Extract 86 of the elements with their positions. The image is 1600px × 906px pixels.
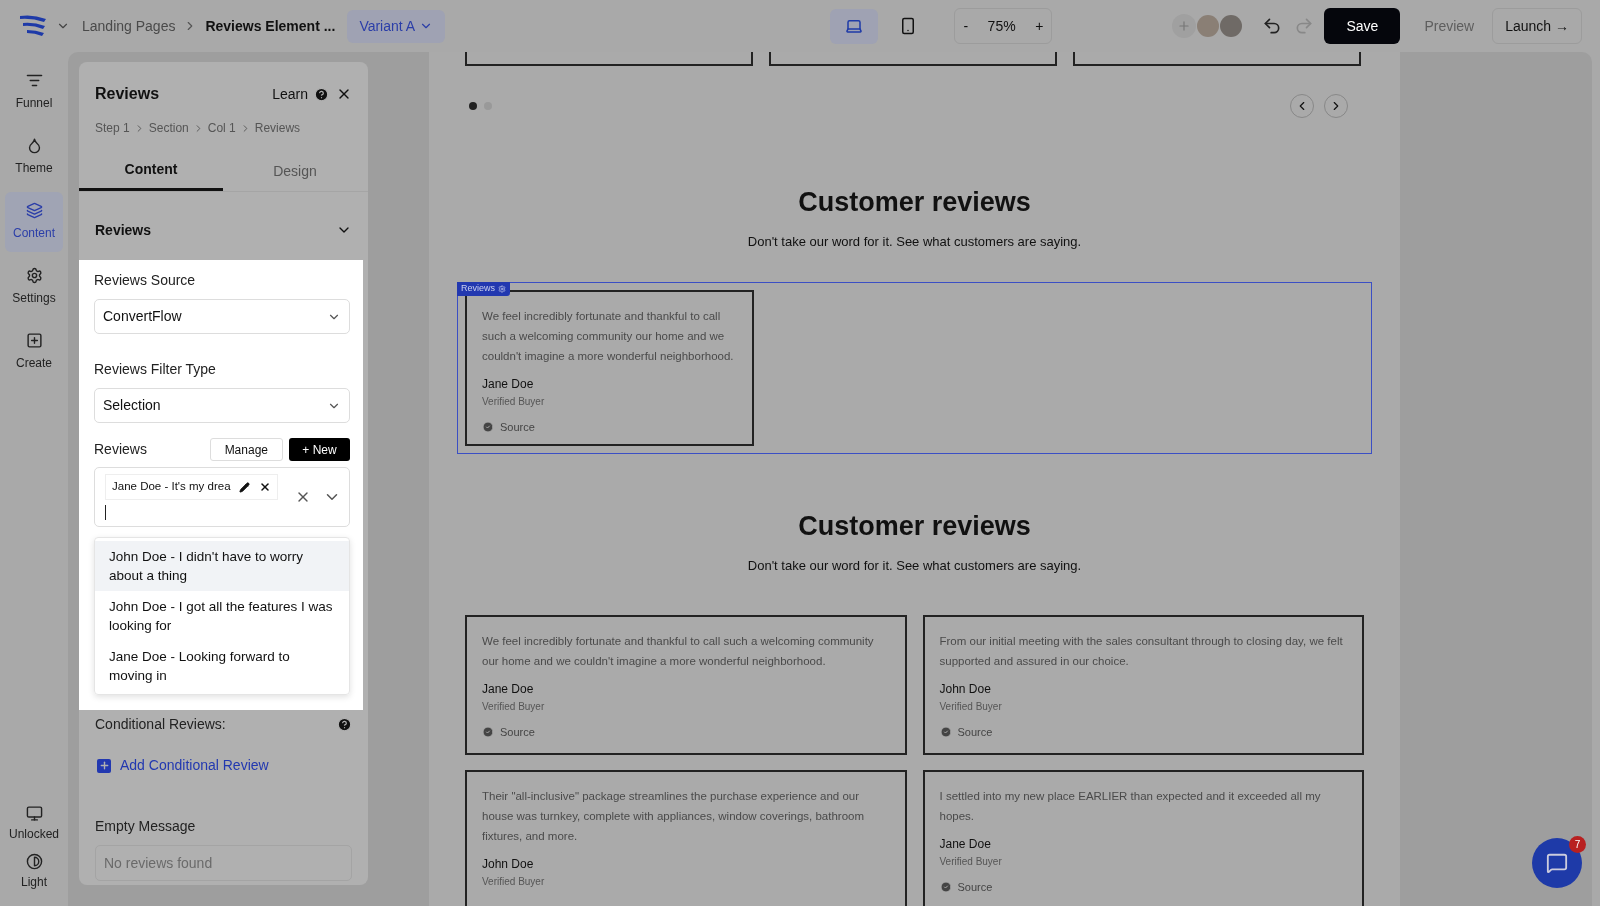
rail-item[interactable]: Create bbox=[5, 322, 63, 382]
plus-square-icon bbox=[25, 332, 43, 349]
reviewer-role: Verified Buyer bbox=[482, 874, 546, 889]
close-icon[interactable] bbox=[259, 481, 271, 493]
plus-icon bbox=[1177, 19, 1192, 33]
save-button[interactable]: Save bbox=[1324, 8, 1401, 44]
check-circle-icon bbox=[482, 421, 494, 434]
variant-dropdown[interactable]: Variant A bbox=[347, 9, 446, 43]
section-subtitle: Don't take our word for it. See what customers are saying. bbox=[746, 556, 1083, 575]
zoom-in-button[interactable]: + bbox=[1035, 15, 1044, 37]
check-circle-icon bbox=[939, 880, 952, 893]
reviewer-role: Verified Buyer bbox=[482, 700, 546, 714]
section-heading: Customer reviews bbox=[797, 186, 1032, 219]
manage-button[interactable]: Manage bbox=[209, 438, 283, 461]
reviews-multiselect[interactable]: Jane Doe - It's my drea bbox=[94, 467, 350, 527]
laptop-icon bbox=[845, 17, 864, 35]
help-icon[interactable] bbox=[314, 86, 329, 102]
dropdown-option[interactable]: Jane Doe - Looking forward to moving in bbox=[95, 641, 349, 691]
field-label: Conditional Reviews: bbox=[95, 715, 226, 734]
field-label: Reviews bbox=[94, 440, 147, 459]
zoom-value: 75% bbox=[987, 16, 1016, 36]
source-select[interactable]: ConvertFlow bbox=[94, 299, 350, 334]
add-conditional-review-link[interactable]: Add Conditional Review bbox=[79, 755, 368, 776]
field-label: Empty Message bbox=[94, 817, 197, 836]
source-label: Source bbox=[500, 420, 535, 435]
dropdown-option[interactable]: John Doe - I got all the features I was looking for bbox=[95, 591, 349, 641]
selected-chip[interactable]: Jane Doe - It's my drea bbox=[105, 474, 278, 500]
panel-tab[interactable]: Content bbox=[79, 151, 223, 191]
reviewer-role: Verified Buyer bbox=[482, 395, 546, 409]
breadcrumb-item[interactable]: Section bbox=[148, 119, 189, 137]
reviewer-role: Verified Buyer bbox=[939, 700, 1003, 714]
review-text: Their "all-inclusive" package streamlines the purchase experience and our house was turnkey, complete with appliances, window coverings, bathroom fixtures, and more. bbox=[482, 788, 866, 844]
zoom-out-button[interactable]: - bbox=[963, 15, 969, 37]
check-circle-icon bbox=[939, 726, 952, 739]
section-heading: Customer reviews bbox=[797, 510, 1032, 543]
reviewer-name: Jane Doe bbox=[482, 376, 535, 393]
filter-type-select[interactable]: Selection bbox=[94, 388, 350, 423]
breadcrumb-item[interactable]: Step 1 bbox=[95, 119, 130, 137]
edit-icon[interactable] bbox=[239, 481, 250, 493]
breadcrumb-item[interactable]: Landing Pages bbox=[82, 15, 176, 37]
section-header[interactable]: Reviews bbox=[79, 210, 368, 250]
gear-icon bbox=[498, 285, 506, 293]
dropdown-option[interactable]: John Doe - I didn't have to worry about a thing bbox=[95, 541, 349, 591]
learn-link[interactable]: Learn bbox=[272, 83, 308, 105]
desktop-view-button[interactable] bbox=[830, 8, 879, 44]
rail-item[interactable]: Light bbox=[4, 848, 64, 896]
rail-item[interactable]: Funnel bbox=[5, 62, 63, 122]
filter-icon bbox=[25, 72, 43, 89]
reviewer-name: John Doe bbox=[939, 681, 992, 698]
monitor-icon bbox=[25, 805, 43, 822]
settings-icon bbox=[25, 267, 43, 284]
rail-item[interactable]: Theme bbox=[5, 127, 63, 187]
rail-item[interactable]: Unlocked bbox=[4, 800, 64, 848]
reviewer-name: Jane Doe bbox=[939, 835, 992, 853]
breadcrumb-item: Reviews Element ... bbox=[205, 16, 336, 36]
review-text: We feel incredibly fortunate and thankful to call such a welcoming community our home and we couldn't imagine a more wonderful neighborhood. bbox=[482, 634, 875, 669]
element-tag[interactable]: Reviews bbox=[457, 282, 510, 296]
reviewer-name: John Doe bbox=[482, 855, 535, 873]
review-text: We feel incredibly fortunate and thankful to call such a welcoming community our home and we couldn't imagine a more wonderful neighborhood. bbox=[482, 309, 735, 364]
rail-item[interactable]: Settings bbox=[5, 257, 63, 317]
breadcrumb-item[interactable]: Col 1 bbox=[207, 119, 236, 137]
breadcrumb-item[interactable]: Reviews bbox=[254, 119, 301, 137]
plus-square-icon bbox=[97, 758, 111, 773]
new-button[interactable]: + New bbox=[289, 438, 350, 461]
logo-icon[interactable] bbox=[18, 13, 48, 39]
chat-icon bbox=[1546, 852, 1568, 874]
help-icon[interactable] bbox=[337, 717, 352, 732]
contrast-icon bbox=[25, 853, 43, 870]
field-label: Reviews Filter Type bbox=[94, 360, 217, 379]
rail-item[interactable]: Content bbox=[5, 192, 63, 252]
review-text: I settled into my new place EARLIER than expected and it exceeded all my hopes. bbox=[939, 788, 1322, 824]
source-label: Source bbox=[957, 725, 993, 740]
panel-title: Reviews bbox=[95, 84, 160, 104]
launch-button[interactable]: Launch → bbox=[1492, 8, 1582, 44]
reviewer-role: Verified Buyer bbox=[939, 854, 1003, 869]
source-label: Source bbox=[957, 879, 993, 895]
empty-message-field[interactable]: No reviews found bbox=[95, 845, 352, 881]
check-circle-icon bbox=[482, 726, 494, 739]
field-label: Reviews Source bbox=[94, 271, 197, 290]
selected-element-outline[interactable]: Reviews We feel incredibly fortunate and thankful to call such a welcoming community our home and we couldn't imagine a more wonderful neighborhood. Jane Doe Verified Buyer Source bbox=[457, 282, 1372, 454]
layers-icon bbox=[25, 202, 43, 219]
section-subtitle: Don't take our word for it. See what customers are saying. bbox=[746, 232, 1083, 251]
reviewer-name: Jane Doe bbox=[482, 681, 535, 698]
text-cursor bbox=[105, 505, 106, 520]
review-text: From our initial meeting with the sales consultant through to closing day, we felt supported and assured in our choice. bbox=[939, 634, 1344, 669]
source-label: Source bbox=[500, 725, 535, 740]
